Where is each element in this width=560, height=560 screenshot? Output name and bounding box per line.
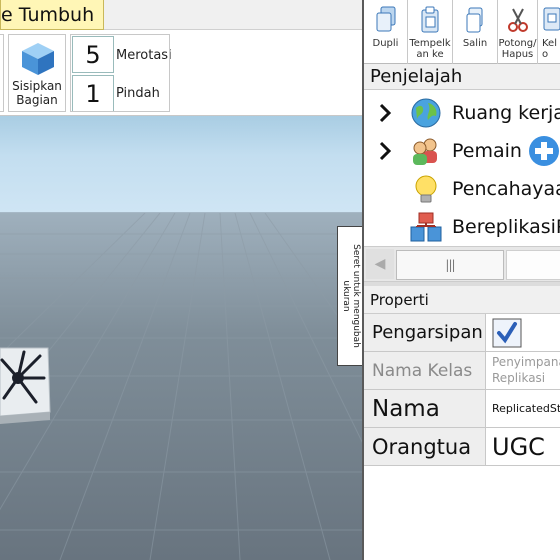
tree-item-players[interactable]: Pemain [364, 132, 560, 170]
explorer-horizontal-scrollbar[interactable]: ◀ ||| [364, 246, 560, 282]
copy-icon [466, 7, 483, 33]
property-name: Pengarsipan [364, 314, 486, 351]
scissors-icon [507, 8, 528, 32]
insert-part-label-2: Bagian [16, 93, 58, 107]
property-row-name: Nama ReplicatedStorage [364, 390, 560, 428]
tree-item-workspace[interactable]: Ruang kerja [364, 94, 560, 132]
property-row-class-name: Nama Kelas Penyimpanan Replikasi [364, 352, 560, 390]
name-field[interactable]: ReplicatedStorage [488, 390, 560, 427]
archivable-checkbox[interactable] [488, 314, 560, 351]
group-button[interactable]: Kel o [538, 0, 560, 64]
ribbon-tab-strip: e Tumbuh [0, 0, 362, 30]
scroll-left-arrow-icon[interactable]: ◀ [366, 249, 394, 279]
rotate-snap-input[interactable]: 5 [72, 36, 114, 73]
cut-delete-label: Potong/ [498, 38, 537, 49]
move-snap-label: Pindah [116, 86, 160, 101]
players-icon [413, 138, 437, 165]
properties-empty-area [364, 466, 560, 560]
explorer-tree: Ruang kerja Pemain Pencahaya Bereplikasi [364, 90, 560, 244]
chevron-right-icon[interactable] [378, 94, 392, 132]
duplicate-icon [376, 6, 395, 32]
group-label: Kel [542, 38, 557, 49]
ribbon-previous-group-edge [0, 34, 4, 112]
insert-part-button[interactable]: Sisipkan Bagian [8, 34, 66, 112]
class-name-value-line-2: Replikasi [492, 371, 546, 385]
paste-into-label-2: an ke [416, 49, 444, 60]
explorer-title: Penjelajah [364, 64, 560, 90]
tree-item-label: Ruang kerja [452, 102, 560, 124]
property-name: Nama [364, 390, 486, 427]
right-panel: Dupli Tempelk an ke Salin Potong/ Hapus … [362, 0, 560, 560]
move-snap-input[interactable]: 1 [72, 75, 114, 112]
baseplate-scene [0, 212, 362, 560]
part-cube-icon [22, 43, 54, 75]
class-name-value: Penyimpanan Replikasi [488, 352, 560, 389]
scrollbar-thumb[interactable]: ||| [396, 250, 504, 280]
drag-handle-label: Seret untuk mengubah [350, 244, 361, 348]
globe-icon [411, 98, 441, 128]
cut-delete-label-2: Hapus [501, 49, 534, 60]
tree-item-label: BereplikasiPenyimpanan [452, 216, 560, 238]
scrollbar-track[interactable] [506, 250, 560, 280]
property-name: Nama Kelas [364, 352, 486, 389]
insert-part-label: Sisipkan [12, 79, 62, 93]
spawn-location[interactable] [0, 347, 51, 424]
paste-into-label: Tempelk [409, 38, 451, 49]
group-label-2: o [542, 49, 549, 60]
drag-handle-label-2: ukuran [340, 280, 351, 312]
command-bar: Dupli Tempelk an ke Salin Potong/ Hapus … [364, 0, 560, 64]
chevron-right-icon[interactable] [378, 132, 392, 170]
replicated-storage-icon [410, 212, 442, 242]
lightbulb-icon [415, 175, 437, 203]
tree-item-lighting[interactable]: Pencahayaan [364, 170, 560, 208]
duplicate-label: Dupli [372, 38, 399, 49]
copy-label: Salin [462, 38, 488, 49]
add-object-icon[interactable] [528, 135, 560, 167]
tab-active[interactable]: e Tumbuh [0, 0, 104, 30]
studio-window: e Tumbuh Sisipkan Bagian 5 Merotasi 1 Pi… [0, 0, 560, 560]
rotate-snap-label: Merotasi [116, 48, 172, 63]
class-name-value-line: Penyimpanan [492, 355, 560, 369]
copy-button[interactable]: Salin [453, 0, 498, 64]
paste-into-button[interactable]: Tempelk an ke [408, 0, 453, 64]
ribbon-toolbar: Sisipkan Bagian 5 Merotasi 1 Pindah [0, 30, 362, 116]
group-icon [543, 7, 560, 31]
property-row-parent: Orangtua UGC [364, 428, 560, 466]
tree-item-replicated-storage[interactable]: BereplikasiPenyimpanan [364, 208, 560, 244]
property-row-archivable: Pengarsipan [364, 314, 560, 352]
paste-into-icon [421, 6, 439, 33]
property-name: Orangtua [364, 428, 486, 465]
3d-viewport[interactable] [0, 116, 362, 560]
resize-drag-handle[interactable]: Seret untuk mengubah ukuran [337, 226, 363, 366]
parent-field[interactable]: UGC [488, 428, 560, 465]
tree-item-label: Pemain [452, 140, 522, 162]
tree-item-label: Pencahayaan [452, 178, 560, 200]
duplicate-button[interactable]: Dupli [364, 0, 408, 64]
checkbox-checked-icon [492, 318, 522, 348]
properties-title: Properti [364, 286, 560, 314]
cut-delete-button[interactable]: Potong/ Hapus [498, 0, 538, 64]
